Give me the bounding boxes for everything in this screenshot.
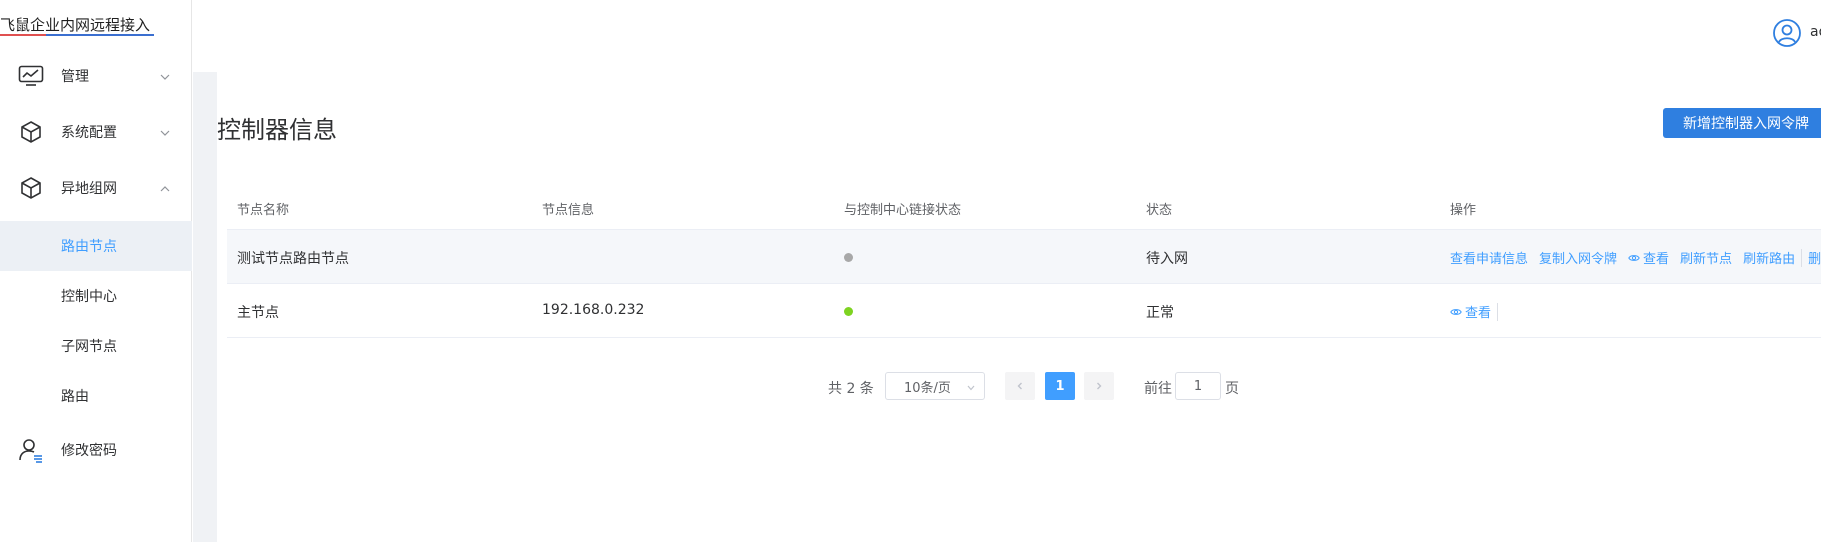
eye-icon [1450,306,1462,318]
status-dot-green [844,307,853,316]
cell-node-name: 测试节点路由节点 [237,251,349,267]
cell-node-info: 192.168.0.232 [542,302,645,318]
sidebar-subitem-label: 路由节点 [61,239,117,255]
pagination: 共 2 条 10条/页 1 前往 页 [0,372,1821,402]
sidebar-item-system-config[interactable]: 系统配置 [0,104,192,160]
row-actions: 查看 [1450,302,1504,321]
sidebar-item-change-password[interactable]: 修改密码 [0,422,192,478]
view-link-label: 查看 [1643,252,1670,267]
copy-token-link[interactable]: 复制入网令牌 [1539,248,1617,267]
action-divider [1497,302,1499,321]
chevron-right-icon [1097,382,1102,390]
next-page-button[interactable] [1084,372,1114,400]
view-link-label: 查看 [1465,306,1492,321]
eye-icon [1628,252,1640,264]
top-bar [193,0,1821,72]
content-gutter [193,72,217,542]
user-name[interactable]: ad [1810,24,1821,40]
table-row: 主节点 192.168.0.232 正常 查看 [227,284,1821,338]
sidebar-subitem-label: 控制中心 [61,289,117,305]
column-header-info: 节点信息 [542,203,595,218]
cube-icon [17,174,45,202]
column-header-link-status: 与控制中心链接状态 [844,203,962,218]
brand-underline [0,34,154,36]
new-controller-token-button[interactable]: 新增控制器入网令牌 [1663,108,1821,138]
view-application-link[interactable]: 查看申请信息 [1450,248,1528,267]
sidebar-item-label: 系统配置 [61,125,117,141]
status-dot-gray [844,253,853,262]
chevron-left-icon [1017,382,1022,390]
sidebar-subitem-subnet-node[interactable]: 子网节点 [0,321,192,371]
sidebar-item-label: 修改密码 [61,443,117,459]
sidebar: 飞鼠企业内网远程接入 管理 系统配置 异地组网 路由节点 控制中心 子网节点 路… [0,0,192,542]
row-actions: 查看申请信息 复制入网令牌 查看 刷新节点 刷新路由 删除 [1450,248,1821,267]
chevron-down-icon [158,69,172,83]
prev-page-button[interactable] [1005,372,1035,400]
page-number-current[interactable]: 1 [1045,372,1075,400]
sidebar-item-manage[interactable]: 管理 [0,48,192,104]
sidebar-item-remote-network[interactable]: 异地组网 [0,160,192,216]
pagination-total: 共 2 条 [828,381,874,397]
monitor-chart-icon [17,62,45,90]
cell-status: 待入网 [1146,251,1188,267]
page-size-select[interactable]: 10条/页 [885,372,985,400]
sidebar-subitem-control-center[interactable]: 控制中心 [0,271,192,321]
table-header: 节点名称 节点信息 与控制中心链接状态 状态 操作 [227,184,1821,230]
cell-status: 正常 [1146,305,1174,321]
page-title: 控制器信息 [217,116,337,144]
sidebar-subitem-label: 子网节点 [61,339,117,355]
page-size-value: 10条/页 [904,380,951,396]
refresh-route-link[interactable]: 刷新路由 [1743,248,1795,267]
column-header-status: 状态 [1146,203,1173,218]
column-header-name: 节点名称 [237,203,290,218]
cube-icon [17,118,45,146]
brand-title: 飞鼠企业内网远程接入 [0,16,151,34]
table-row: 测试节点路由节点 待入网 查看申请信息 复制入网令牌 查看 刷新节点 刷新路由 … [227,230,1821,284]
goto-page-input[interactable] [1175,372,1221,400]
view-link[interactable]: 查看 [1628,248,1669,267]
user-list-icon [17,436,45,464]
delete-link[interactable]: 删除 [1808,248,1821,267]
refresh-node-link[interactable]: 刷新节点 [1680,248,1732,267]
sidebar-item-label: 异地组网 [61,181,117,197]
goto-label: 前往 [1144,381,1172,397]
user-avatar-icon[interactable] [1772,18,1802,48]
chevron-down-icon [158,125,172,139]
sidebar-subitem-route-node[interactable]: 路由节点 [0,221,192,271]
column-header-actions: 操作 [1450,203,1477,218]
cell-node-name: 主节点 [237,305,279,321]
sidebar-item-label: 管理 [61,69,89,85]
chevron-down-icon [966,382,976,392]
action-divider [1801,248,1803,267]
view-link[interactable]: 查看 [1450,302,1491,321]
chevron-up-icon [158,181,172,195]
page-unit-label: 页 [1225,381,1239,397]
